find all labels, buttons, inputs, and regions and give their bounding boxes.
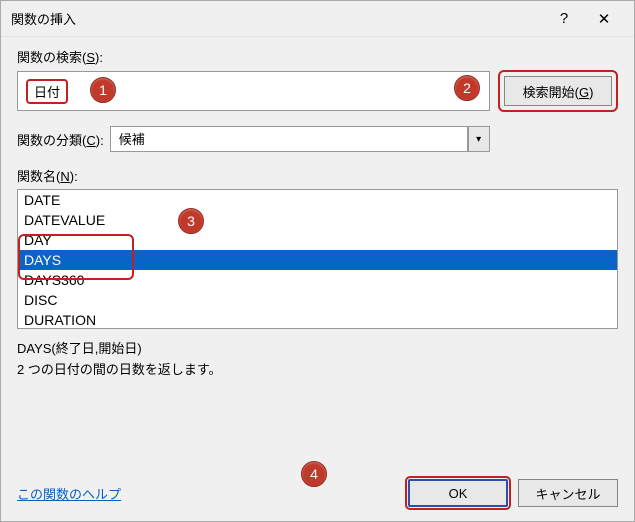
help-button[interactable]: ? (544, 4, 584, 34)
function-syntax: DAYS(終了日,開始日) (17, 339, 618, 360)
close-button[interactable]: ✕ (584, 4, 624, 34)
list-item[interactable]: DATEVALUE (18, 210, 617, 230)
list-item[interactable]: DURATION (18, 310, 617, 329)
list-item[interactable]: DAYS360 (18, 270, 617, 290)
search-input-value: 日付 (26, 79, 68, 104)
category-select[interactable]: 候補 ▾ (110, 126, 490, 152)
dialog-content: 関数の検索(S): 日付 1 2 検索開始(G) 関数の分類(C): 候補 ▾ (1, 37, 634, 469)
category-value: 候補 (110, 126, 468, 152)
search-button-highlight: 検索開始(G) (498, 70, 618, 112)
list-item[interactable]: DAY (18, 230, 617, 250)
annotation-badge-1: 1 (90, 77, 116, 103)
function-description: DAYS(終了日,開始日) 2 つの日付の間の日数を返します。 (17, 339, 618, 381)
annotation-badge-4: 4 (301, 461, 327, 487)
dialog-footer: この関数のヘルプ 4 OK キャンセル (1, 469, 634, 521)
insert-function-dialog: 関数の挿入 ? ✕ 関数の検索(S): 日付 1 2 検索開始(G) 関数の分類… (0, 0, 635, 522)
annotation-badge-2: 2 (454, 75, 480, 101)
titlebar: 関数の挿入 ? ✕ (1, 1, 634, 37)
search-label: 関数の検索(S): (17, 47, 618, 66)
function-summary: 2 つの日付の間の日数を返します。 (17, 360, 618, 381)
function-help-link[interactable]: この関数のヘルプ (17, 484, 398, 503)
category-label: 関数の分類(C): (17, 130, 104, 149)
search-input-wrap[interactable]: 日付 1 (17, 71, 490, 111)
list-item[interactable]: DATE (18, 190, 617, 210)
search-start-button[interactable]: 検索開始(G) (504, 76, 612, 106)
cancel-button[interactable]: キャンセル (518, 479, 618, 507)
ok-button[interactable]: OK (408, 479, 508, 507)
chevron-down-icon[interactable]: ▾ (468, 126, 490, 152)
function-name-label: 関数名(N): (17, 166, 618, 185)
list-item[interactable]: DISC (18, 290, 617, 310)
list-item[interactable]: DAYS (18, 250, 617, 270)
annotation-badge-3: 3 (178, 208, 204, 234)
dialog-title: 関数の挿入 (11, 9, 544, 28)
function-listbox[interactable]: 3 DATEDATEVALUEDAYDAYSDAYS360DISCDURATIO… (17, 189, 618, 329)
